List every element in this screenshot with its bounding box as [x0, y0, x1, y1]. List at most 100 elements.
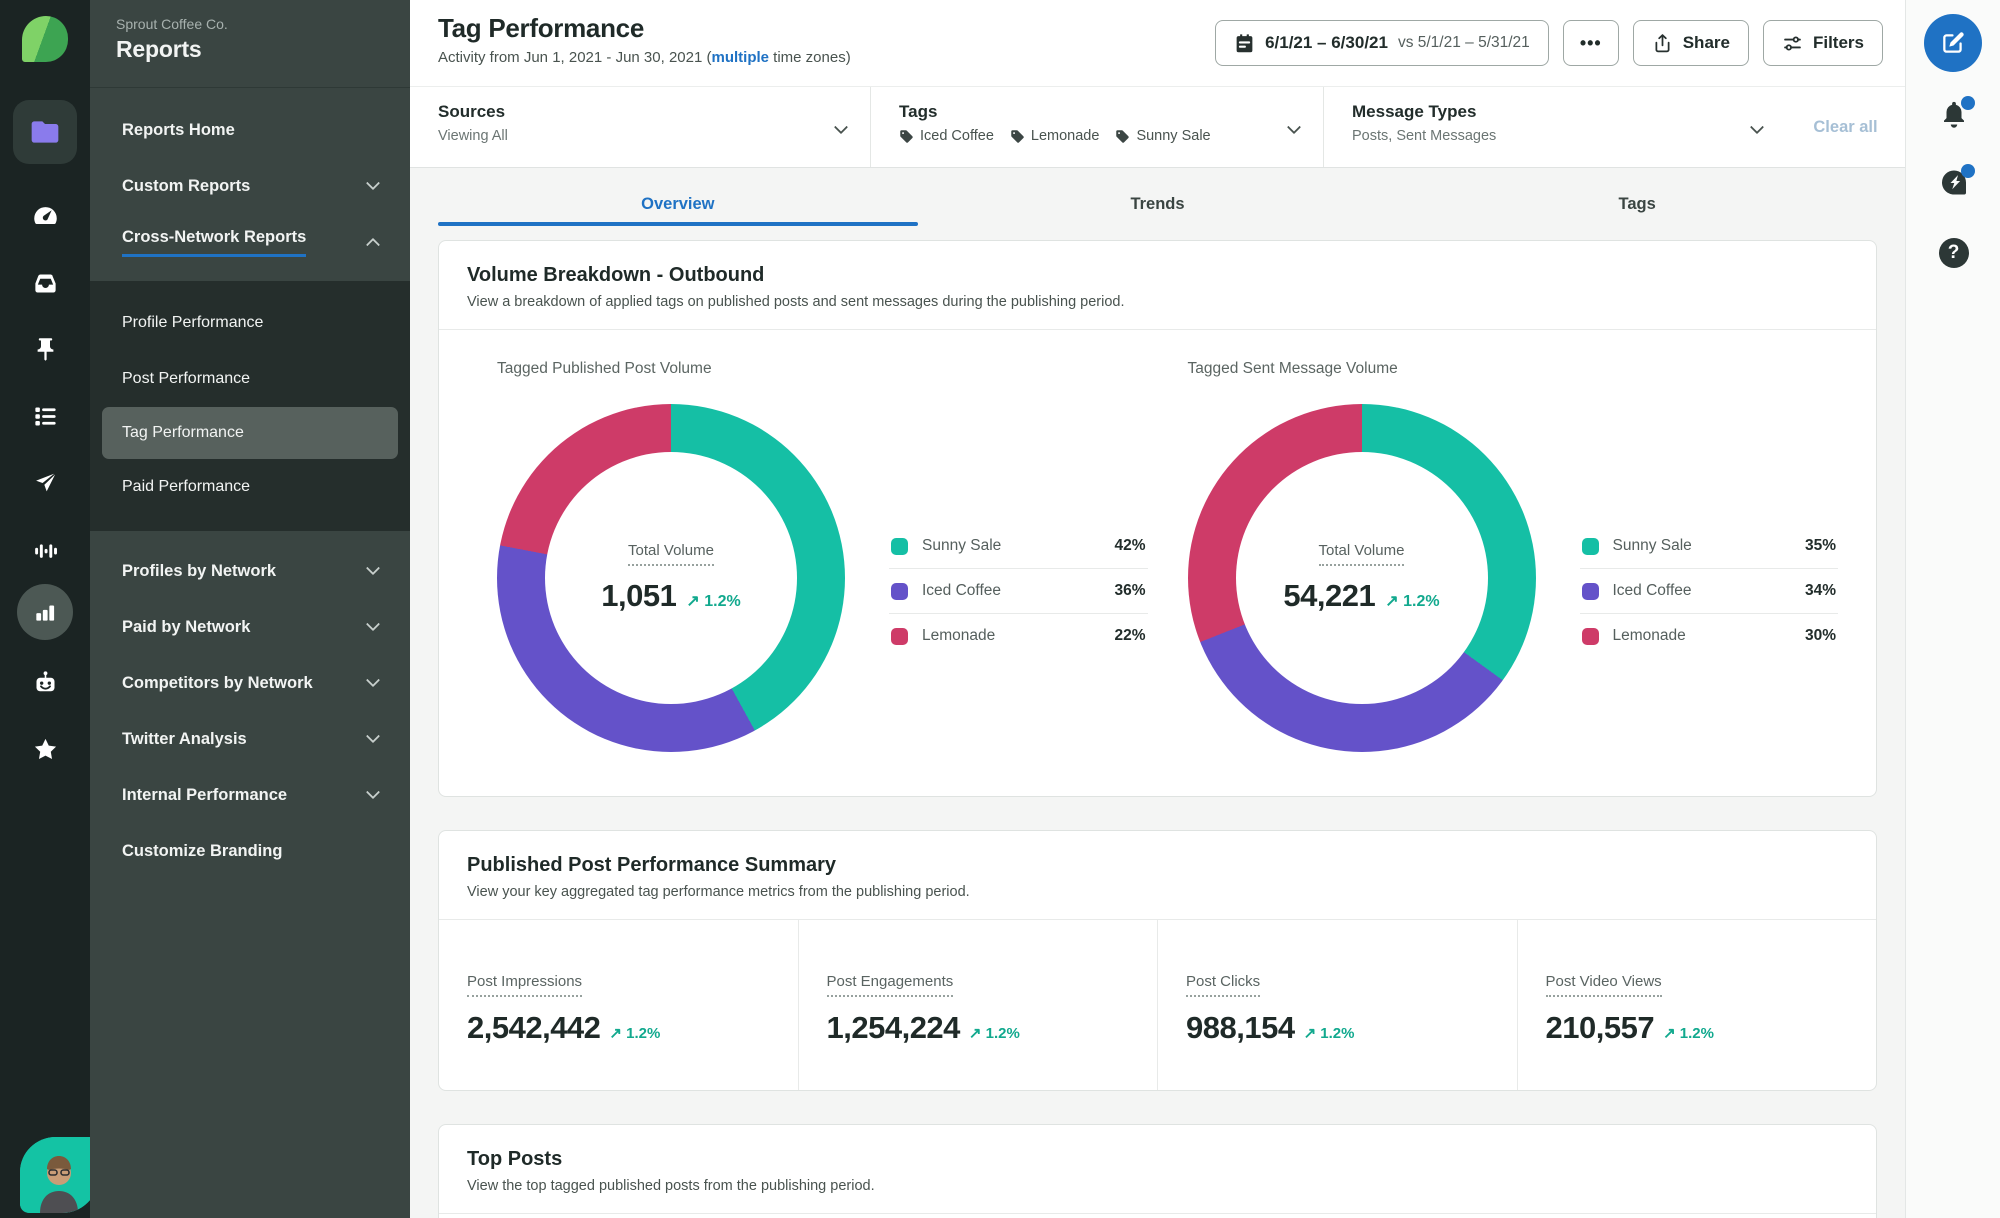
- total-volume-value: 1,051: [601, 578, 677, 613]
- sidebar-item-profiles-by-network[interactable]: Profiles by Network: [90, 543, 410, 599]
- sidebar-item-paid-by-network[interactable]: Paid by Network: [90, 599, 410, 655]
- metric-label[interactable]: Post Engagements: [826, 973, 954, 997]
- help-button[interactable]: ?: [1906, 238, 2000, 268]
- legend-item[interactable]: Lemonade 30%: [1579, 613, 1838, 658]
- sidebar-item-twitter-analysis[interactable]: Twitter Analysis: [90, 711, 410, 767]
- report-tabs: Overview Trends Tags: [438, 168, 1877, 240]
- tab-tags[interactable]: Tags: [1397, 168, 1877, 240]
- legend-item[interactable]: Iced Coffee 36%: [889, 568, 1148, 613]
- metric-label[interactable]: Post Impressions: [467, 973, 583, 997]
- metric-delta: ↗ 1.2%: [1303, 1025, 1355, 1042]
- tag-chip: Iced Coffee: [899, 128, 994, 144]
- legend-item[interactable]: Sunny Sale 35%: [1580, 524, 1839, 568]
- legend-item[interactable]: Iced Coffee 34%: [1579, 568, 1838, 613]
- rail-publishing[interactable]: [0, 461, 90, 505]
- sprout-logo-icon[interactable]: [22, 16, 68, 62]
- share-button[interactable]: Share: [1632, 20, 1749, 66]
- tag-chip: Sunny Sale: [1115, 128, 1211, 144]
- tab-label: Tags: [1618, 194, 1656, 213]
- chart-legend: Sunny Sale 42% Iced Coffee 36% Lemonade …: [889, 524, 1148, 658]
- feedback-badge: [1961, 164, 1975, 178]
- metric-label[interactable]: Post Clicks: [1186, 973, 1261, 997]
- metric-value: 1,254,224: [826, 1010, 961, 1045]
- sent-message-volume-chart: Tagged Sent Message Volume Total Volume …: [1158, 360, 1849, 752]
- metric-delta: ↗ 1.2%: [609, 1025, 661, 1042]
- rail-feeds[interactable]: [0, 394, 90, 438]
- compose-button[interactable]: [1924, 14, 1982, 72]
- legend-item[interactable]: Sunny Sale 42%: [889, 524, 1148, 568]
- metric-label[interactable]: Post Video Views: [1545, 973, 1662, 997]
- metric-post-video-views: Post Video Views 210,557 ↗ 1.2%: [1516, 920, 1877, 1090]
- metric-value: 988,154: [1186, 1010, 1295, 1045]
- tag-name: Sunny Sale: [1136, 128, 1211, 144]
- sidebar-item-competitors-by-network[interactable]: Competitors by Network: [90, 655, 410, 711]
- legend-label: Sunny Sale: [1612, 537, 1692, 554]
- rail-inbox[interactable]: [0, 261, 90, 305]
- rail-dashboard[interactable]: [0, 193, 90, 237]
- rail-reports-folder-active[interactable]: [13, 100, 77, 164]
- tag-name: Lemonade: [1030, 128, 1100, 144]
- tag-icon: [1011, 129, 1024, 143]
- rail-listening[interactable]: [0, 528, 90, 572]
- app-icon-rail: [0, 0, 98, 1218]
- reports-sidebar: Sprout Coffee Co. Reports Reports Home C…: [90, 0, 410, 1218]
- gauge-icon: [33, 206, 57, 224]
- sidebar-item-profile-performance[interactable]: Profile Performance: [90, 295, 410, 351]
- legend-percent: 36%: [1114, 582, 1146, 599]
- total-volume-label: Total Volume: [628, 542, 714, 566]
- feedback-button[interactable]: [1906, 164, 2000, 198]
- sidebar-item-post-performance[interactable]: Post Performance: [90, 351, 410, 407]
- legend-swatch: [891, 582, 908, 600]
- more-options-button[interactable]: •••: [1562, 20, 1619, 66]
- rail-favorites[interactable]: [0, 727, 90, 771]
- page-header: Tag Performance Activity from Jun 1, 202…: [410, 0, 1905, 86]
- legend-percent: 35%: [1804, 537, 1836, 554]
- sidebar-item-tag-performance-selected[interactable]: Tag Performance: [102, 407, 398, 459]
- tab-overview[interactable]: Overview: [438, 168, 918, 240]
- folder-icon: [31, 121, 59, 143]
- tag-icon: [900, 129, 913, 143]
- legend-item[interactable]: Lemonade 22%: [889, 613, 1148, 658]
- message-types-filter[interactable]: Message Types Posts, Sent Messages: [1324, 87, 1786, 167]
- subtitle-text: time zones): [769, 49, 851, 66]
- legend-swatch: [891, 537, 908, 555]
- sidebar-item-label: Paid Performance: [122, 478, 251, 495]
- sidebar-item-label: Paid by Network: [122, 617, 251, 636]
- rail-automation[interactable]: [0, 660, 90, 704]
- subtitle-text: Activity from Jun 1, 2021 - Jun 30, 2021…: [438, 49, 712, 66]
- ellipsis-icon: •••: [1579, 32, 1602, 53]
- rail-pinned[interactable]: [0, 327, 90, 371]
- legend-percent: 42%: [1114, 537, 1146, 554]
- published-post-volume-donut[interactable]: Total Volume 1,051 ↗ 1.2%: [497, 404, 845, 752]
- utility-rail: ?: [1905, 0, 2000, 1218]
- sidebar-item-cross-network-reports[interactable]: Cross-Network Reports: [90, 214, 410, 270]
- sidebar-item-label: Internal Performance: [122, 785, 288, 804]
- user-avatar[interactable]: [20, 1137, 98, 1213]
- header-actions: 6/1/21 – 6/30/21 vs 5/1/21 – 5/31/21 •••…: [1215, 20, 1883, 66]
- card-title: Volume Breakdown - Outbound: [467, 264, 765, 286]
- notification-badge: [1961, 96, 1975, 110]
- legend-swatch: [891, 627, 908, 645]
- sidebar-item-custom-reports[interactable]: Custom Reports: [90, 158, 410, 214]
- chevron-down-icon: [365, 729, 381, 744]
- sidebar-item-label: Post Performance: [122, 370, 251, 387]
- notifications-button[interactable]: [1906, 96, 2000, 130]
- timezones-link[interactable]: multiple: [711, 49, 769, 66]
- sidebar-item-label: Profile Performance: [122, 314, 264, 331]
- sidebar-item-paid-performance[interactable]: Paid Performance: [90, 459, 410, 515]
- sidebar-item-customize-branding[interactable]: Customize Branding: [90, 823, 410, 879]
- chevron-down-icon: [365, 176, 381, 191]
- report-content: Overview Trends Tags Volume Breakdown - …: [410, 168, 1905, 1218]
- tab-trends[interactable]: Trends: [918, 168, 1398, 240]
- tags-filter[interactable]: Tags Iced Coffee Lemonade Sunny Sale: [871, 87, 1324, 167]
- sent-message-volume-donut[interactable]: Total Volume 54,221 ↗ 1.2%: [1187, 404, 1536, 752]
- sidebar-item-reports-home[interactable]: Reports Home: [90, 102, 410, 158]
- sidebar-item-internal-performance[interactable]: Internal Performance: [90, 767, 410, 823]
- rail-reports-active[interactable]: [17, 584, 73, 640]
- list-icon: [34, 407, 56, 425]
- date-range-button[interactable]: 6/1/21 – 6/30/21 vs 5/1/21 – 5/31/21: [1215, 20, 1549, 66]
- clear-all-button[interactable]: Clear all: [1786, 87, 1905, 167]
- filters-button[interactable]: Filters: [1762, 20, 1883, 66]
- filters-icon: [1784, 35, 1801, 51]
- sources-filter[interactable]: Sources Viewing All: [410, 87, 871, 167]
